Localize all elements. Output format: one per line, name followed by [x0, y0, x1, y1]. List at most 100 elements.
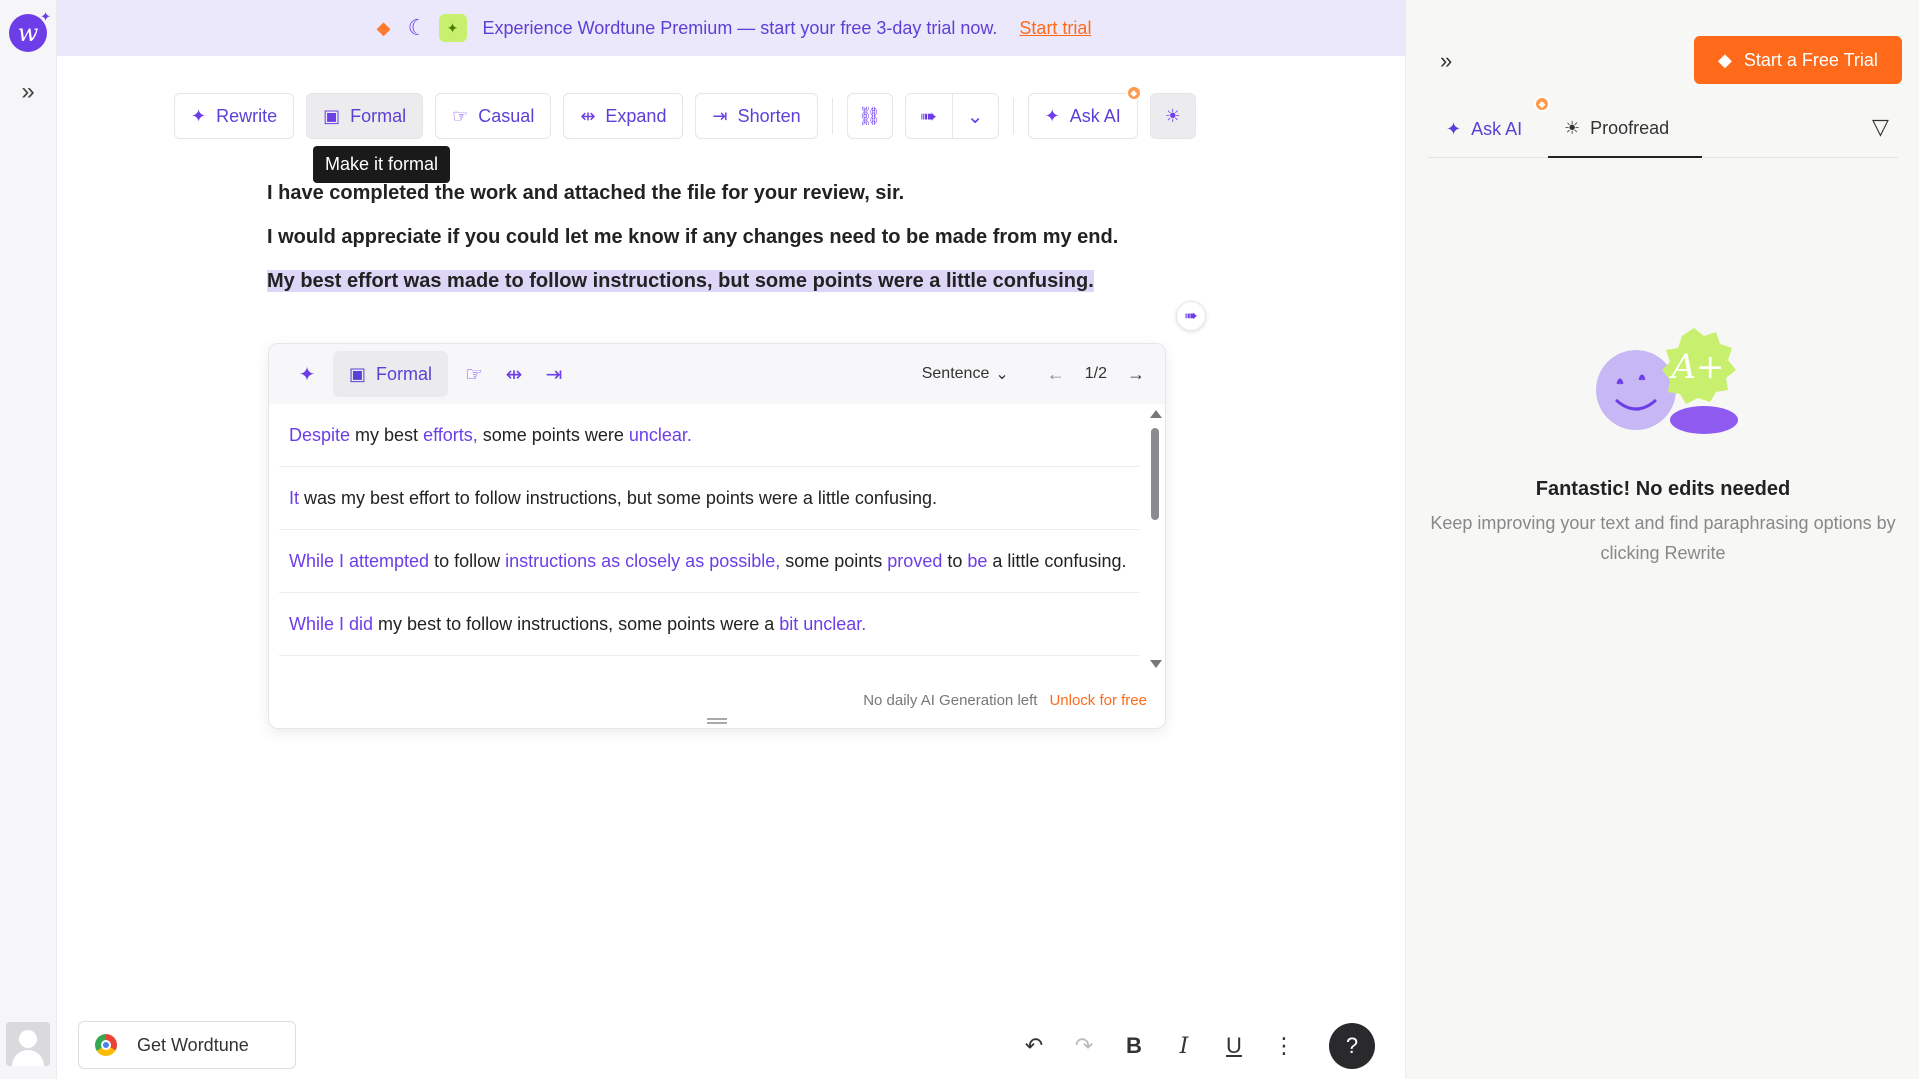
right-panel: » ◆ Start a Free Trial ✦ Ask AI ◆ ☀ Proo…: [1405, 0, 1919, 1079]
suggestion-text: my best: [350, 425, 424, 445]
diamond-icon: ◆: [1718, 49, 1732, 70]
lightbulb-icon: ☀: [1564, 117, 1581, 138]
italic-icon[interactable]: I: [1170, 1034, 1198, 1059]
undo-icon[interactable]: ↶: [1020, 1033, 1048, 1059]
expand-icon[interactable]: ⇹: [494, 354, 534, 394]
suggestion-scrollbar[interactable]: [1148, 408, 1162, 668]
arrow-left-icon[interactable]: ←: [1047, 364, 1065, 385]
lightbulb-icon: ☀: [1164, 105, 1181, 126]
link-icon: ⛓: [858, 105, 882, 126]
suggestion-changed-text: Despite: [289, 425, 351, 445]
get-wordtune-label: Get Wordtune: [137, 1034, 249, 1055]
suggestion-changed-text: efforts,: [423, 425, 478, 445]
casual-hand-icon[interactable]: ☞: [454, 354, 494, 394]
unlock-link[interactable]: Unlock for free: [1049, 692, 1147, 709]
suggestion-changed-text: be: [967, 551, 988, 571]
suggestion-card-header: ✦ ▣ Formal ☞ ⇹ ⇥ Sentence ⌄ ← 1/2 →: [269, 344, 1165, 404]
rewrite-button[interactable]: ✦ Rewrite: [174, 93, 295, 139]
paragraph[interactable]: I have completed the work and attached t…: [267, 176, 1147, 210]
suggestion-text: some points: [780, 551, 888, 571]
arrow-right-icon[interactable]: →: [1127, 364, 1145, 385]
scope-dropdown[interactable]: Sentence ⌄: [922, 364, 1009, 384]
scroll-thumb[interactable]: [1151, 428, 1159, 520]
formal-mode-button[interactable]: ▣ Formal: [333, 351, 449, 397]
suggestion-list: Despite my best efforts, some points wer…: [279, 404, 1139, 674]
selected-text[interactable]: My best effort was made to follow instru…: [267, 270, 1094, 292]
bold-icon[interactable]: B: [1120, 1033, 1148, 1059]
formal-button[interactable]: ▣ Formal: [306, 93, 424, 139]
generation-limit-note: No daily AI Generation left: [863, 691, 1038, 709]
suggestion-item[interactable]: While I attempted to follow instructions…: [279, 530, 1139, 593]
scope-label: Sentence: [921, 365, 990, 382]
casual-hand-icon: ☞: [452, 105, 469, 126]
suggestion-changed-text: While I attempted: [289, 551, 430, 571]
shorten-icon[interactable]: ⇥: [534, 354, 574, 394]
continue-arrow-icon[interactable]: ➠: [1176, 301, 1206, 331]
shorten-button[interactable]: ⇥ Shorten: [695, 93, 818, 139]
sparkle-icon: ✦: [40, 10, 51, 25]
shorten-icon: ⇥: [712, 105, 728, 126]
suggestion-item[interactable]: It was my best effort to follow instruct…: [279, 467, 1139, 530]
rewrite-label: Rewrite: [216, 105, 278, 126]
banner-text: Experience Wordtune Premium — start your…: [482, 17, 998, 38]
briefcase-icon: ▣: [349, 363, 367, 384]
suggestion-item[interactable]: Despite my best efforts, some points wer…: [279, 404, 1139, 467]
empty-state-subtitle: Keep improving your text and find paraph…: [1430, 513, 1896, 563]
format-toolbar: ↶ ↷ B I U ⋮: [1020, 1022, 1298, 1070]
expand-label: Expand: [605, 105, 667, 126]
suggestion-changed-text: bit unclear.: [779, 614, 867, 634]
suggestion-changed-text: While I did: [289, 614, 374, 634]
proofread-bulb-button[interactable]: ☀: [1149, 93, 1196, 139]
scroll-down-icon[interactable]: [1150, 660, 1162, 668]
suggestion-changed-text: proved: [887, 551, 943, 571]
expand-sidebar-icon[interactable]: »: [16, 80, 40, 104]
start-trial-link[interactable]: Start trial: [1019, 18, 1091, 39]
avatar[interactable]: [6, 1022, 50, 1066]
suggestion-text: to: [942, 551, 968, 571]
continue-arrow-icon[interactable]: ➠: [906, 94, 952, 138]
underline-icon[interactable]: U: [1220, 1033, 1248, 1059]
chevron-down-icon[interactable]: ⌄: [951, 94, 998, 138]
expand-button[interactable]: ⇹ Expand: [563, 93, 684, 139]
paragraph[interactable]: I would appreciate if you could let me k…: [267, 220, 1147, 254]
tab-ask-ai[interactable]: ✦ Ask AI ◆: [1446, 96, 1550, 158]
sparkle-icon: ✦: [1044, 105, 1060, 126]
panel-tabs: ✦ Ask AI ◆ ☀ Proofread ▽: [1428, 96, 1898, 158]
formal-mode-label: Formal: [376, 363, 433, 384]
tab-proofread-label: Proofread: [1590, 117, 1670, 138]
link-button[interactable]: ⛓: [846, 93, 893, 139]
more-vertical-icon[interactable]: ⋮: [1270, 1033, 1298, 1059]
resize-handle[interactable]: [707, 718, 727, 724]
premium-badge-icon: ◆: [1125, 85, 1142, 101]
casual-button[interactable]: ☞ Casual: [435, 93, 552, 139]
suggestion-changed-text: unclear.: [628, 425, 692, 445]
suggestion-item[interactable]: While I did my best to follow instructio…: [279, 593, 1139, 656]
tab-ask-ai-label: Ask AI: [1471, 118, 1523, 139]
get-wordtune-button[interactable]: Get Wordtune: [78, 1021, 296, 1069]
pager-count: 1/2: [1084, 365, 1107, 382]
premium-banner: ◆ ☾ ✦ Experience Wordtune Premium — star…: [57, 0, 1405, 56]
tab-proofread[interactable]: ☀ Proofread: [1548, 100, 1702, 158]
success-illustration: A+: [1596, 328, 1738, 434]
collapse-panel-icon[interactable]: »: [1440, 48, 1452, 74]
casual-label: Casual: [478, 105, 535, 126]
start-free-trial-label: Start a Free Trial: [1743, 49, 1878, 70]
help-button[interactable]: ?: [1329, 1023, 1375, 1069]
suggestion-text: was my best effort to follow instruction…: [299, 488, 937, 508]
redo-icon[interactable]: ↷: [1070, 1033, 1098, 1059]
toolbar-divider: [1012, 98, 1014, 134]
scroll-up-icon[interactable]: [1150, 410, 1162, 418]
suggestion-nav: Sentence ⌄ ← 1/2 →: [922, 344, 1145, 404]
wordtune-logo[interactable]: w ✦: [9, 10, 51, 52]
briefcase-icon: ▣: [323, 105, 341, 126]
sparkles-icon: ✦: [191, 105, 207, 126]
empty-state-title: Fantastic! No edits needed: [1535, 478, 1791, 500]
sparkles-icon[interactable]: ✦: [287, 354, 327, 394]
editor-document[interactable]: I have completed the work and attached t…: [267, 176, 1147, 308]
filter-icon[interactable]: ▽: [1872, 114, 1889, 140]
start-free-trial-button[interactable]: ◆ Start a Free Trial: [1694, 36, 1902, 84]
continue-split-button: ➠ ⌄: [904, 93, 999, 139]
ask-ai-wrapper: ✦ Ask AI ◆: [1027, 85, 1142, 139]
paragraph-selected[interactable]: My best effort was made to follow instru…: [267, 264, 1147, 298]
ask-ai-button[interactable]: ✦ Ask AI: [1027, 93, 1138, 139]
